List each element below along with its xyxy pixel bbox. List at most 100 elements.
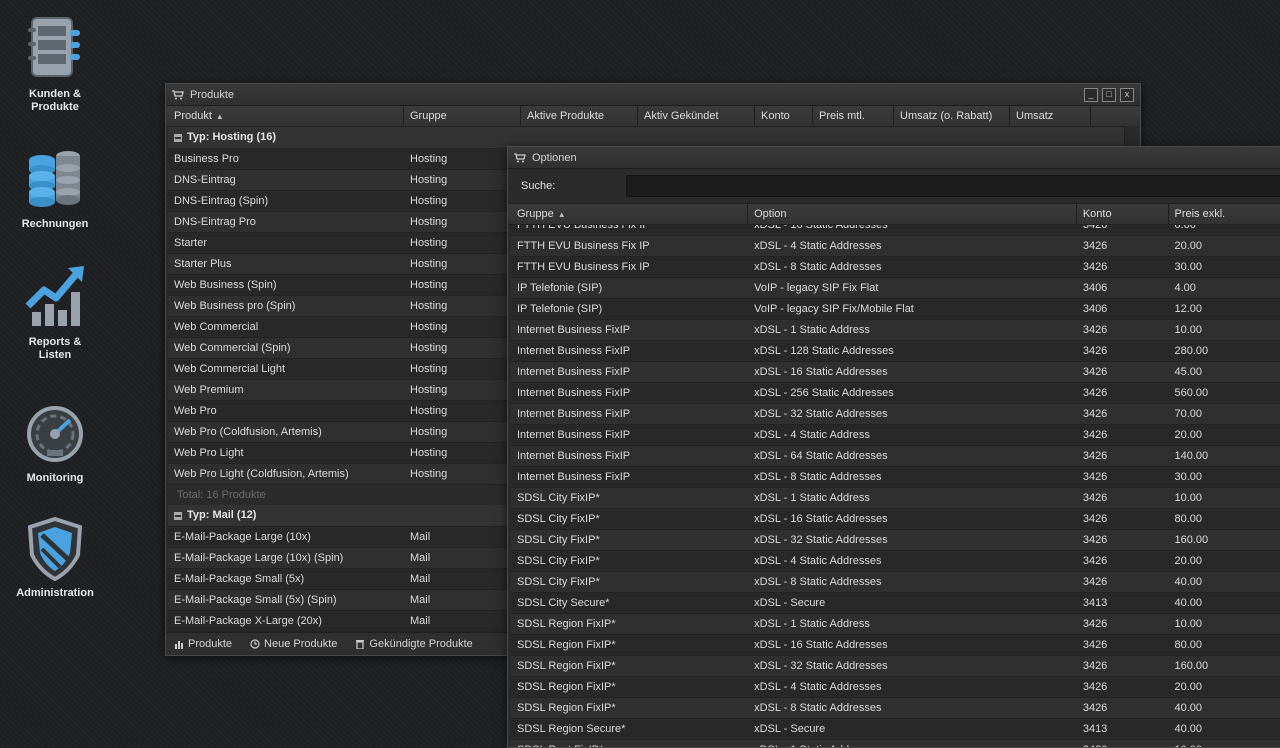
table-cell: 160.00 [1168, 530, 1280, 550]
table-cell: xDSL - 8 Static Addresses [748, 698, 1077, 718]
table-row[interactable]: SDSL Region FixIP*xDSL - 16 Static Addre… [511, 635, 1280, 656]
table-cell: xDSL - 1 Static Address [748, 614, 1077, 634]
table-cell: 280.00 [1168, 341, 1280, 361]
col-umsatz[interactable]: Umsatz [1010, 106, 1091, 126]
table-cell: 70.00 [1168, 404, 1280, 424]
table-cell: SDSL Rest FixIP* [511, 740, 748, 748]
table-row[interactable]: SDSL City FixIP*xDSL - 1 Static Address3… [511, 488, 1280, 509]
nav-administration[interactable]: Administration [0, 515, 110, 600]
table-cell: 3426 [1077, 614, 1169, 634]
chart-up-icon [20, 266, 90, 330]
table-cell: 20.00 [1168, 236, 1280, 256]
table-cell: Business Pro [168, 149, 404, 169]
table-row[interactable]: FTTH EVU Business Fix IPxDSL - 8 Static … [511, 257, 1280, 278]
col-aktive-produkte[interactable]: Aktive Produkte [521, 106, 638, 126]
col-preis-exkl[interactable]: Preis exkl. [1169, 204, 1280, 224]
table-row[interactable]: SDSL City FixIP*xDSL - 8 Static Addresse… [511, 572, 1280, 593]
clock-icon [250, 639, 260, 649]
table-row[interactable]: IP Telefonie (SIP)VoIP - legacy SIP Fix … [511, 278, 1280, 299]
table-row[interactable]: SDSL City FixIP*xDSL - 4 Static Addresse… [511, 551, 1280, 572]
products-scrollbar[interactable] [1124, 126, 1139, 148]
table-row[interactable]: Internet Business FixIPxDSL - 128 Static… [511, 341, 1280, 362]
table-cell: 40.00 [1168, 698, 1280, 718]
address-book-icon [20, 14, 90, 82]
table-row[interactable]: Internet Business FixIPxDSL - 64 Static … [511, 446, 1280, 467]
col-umsatz-o-rabatt[interactable]: Umsatz (o. Rabatt) [894, 106, 1010, 126]
table-cell: Hosting [404, 254, 521, 274]
table-cell: xDSL - 4 Static Addresses [748, 551, 1077, 571]
table-cell: Hosting [404, 170, 521, 190]
col-preis-mtl[interactable]: Preis mtl. [813, 106, 894, 126]
table-row[interactable]: SDSL Region FixIP*xDSL - 4 Static Addres… [511, 677, 1280, 698]
table-row[interactable]: SDSL Region FixIP*xDSL - 32 Static Addre… [511, 656, 1280, 677]
table-cell: Internet Business FixIP [511, 341, 748, 361]
table-row[interactable]: SDSL City FixIP*xDSL - 32 Static Address… [511, 530, 1280, 551]
table-row[interactable]: Internet Business FixIPxDSL - 4 Static A… [511, 425, 1280, 446]
table-row[interactable]: Internet Business FixIPxDSL - 16 Static … [511, 362, 1280, 383]
nav-customers-products[interactable]: Kunden & Produkte [0, 14, 110, 114]
col-gruppe[interactable]: Gruppe▲ [511, 204, 748, 224]
table-cell: Hosting [404, 296, 521, 316]
table-row[interactable]: SDSL Region Secure*xDSL - Secure341340.0… [511, 719, 1280, 740]
table-cell: 3413 [1077, 593, 1169, 613]
minimize-button[interactable]: _ [1084, 88, 1098, 102]
table-row[interactable]: FTTH EVU Business Fix IPxDSL - 4 Static … [511, 236, 1280, 257]
table-cell: Internet Business FixIP [511, 383, 748, 403]
table-cell: 20.00 [1168, 425, 1280, 445]
search-input[interactable] [626, 175, 1280, 197]
nav-invoices[interactable]: Rechnungen [0, 148, 110, 231]
col-konto[interactable]: Konto [755, 106, 813, 126]
col-option[interactable]: Option [748, 204, 1077, 224]
nav-monitoring[interactable]: Monitoring [0, 402, 110, 485]
collapse-icon[interactable] [174, 512, 182, 520]
collapse-icon[interactable] [174, 134, 182, 142]
table-cell: 3426 [1077, 488, 1169, 508]
table-row[interactable]: SDSL Region FixIP*xDSL - 8 Static Addres… [511, 698, 1280, 719]
products-titlebar[interactable]: Produkte _ □ x [166, 84, 1140, 106]
table-cell: 30.00 [1168, 257, 1280, 277]
table-cell: 3426 [1077, 362, 1169, 382]
table-cell: 140.00 [1168, 446, 1280, 466]
table-row[interactable]: Internet Business FixIPxDSL - 8 Static A… [511, 467, 1280, 488]
table-cell: Web Commercial Light [168, 359, 404, 379]
new-products-button[interactable]: Neue Produkte [250, 638, 337, 650]
table-cell: 3426 [1077, 635, 1169, 655]
table-row[interactable]: FTTH EVU Business Fix IP xDSL - 16 Stati… [511, 225, 1280, 236]
products-report-button[interactable]: Produkte [174, 638, 232, 650]
col-konto[interactable]: Konto [1077, 204, 1169, 224]
table-cell: DNS-Eintrag [168, 170, 404, 190]
table-row[interactable]: Internet Business FixIPxDSL - 256 Static… [511, 383, 1280, 404]
table-cell: Hosting [404, 149, 521, 169]
table-cell: 10.00 [1168, 614, 1280, 634]
table-row[interactable]: SDSL City Secure*xDSL - Secure341340.00 [511, 593, 1280, 614]
cancelled-products-button[interactable]: Gekündigte Produkte [355, 638, 472, 650]
col-produkt[interactable]: Produkt▲ [168, 106, 404, 126]
options-titlebar[interactable]: Optionen [508, 147, 1280, 169]
table-cell: Hosting [404, 317, 521, 337]
table-cell: Hosting [404, 422, 521, 442]
table-cell: 80.00 [1168, 509, 1280, 529]
table-cell: xDSL - 32 Static Addresses [748, 656, 1077, 676]
maximize-button[interactable]: □ [1102, 88, 1116, 102]
table-row[interactable]: Internet Business FixIPxDSL - 1 Static A… [511, 320, 1280, 341]
table-row[interactable]: Internet Business FixIPxDSL - 32 Static … [511, 404, 1280, 425]
table-row[interactable]: SDSL City FixIP*xDSL - 16 Static Address… [511, 509, 1280, 530]
table-row[interactable]: SDSL Rest FixIP*xDSL - 1 Static Address3… [511, 740, 1280, 748]
table-cell: xDSL - Secure [748, 593, 1077, 613]
col-gruppe[interactable]: Gruppe [404, 106, 521, 126]
table-cell: xDSL - 32 Static Addresses [748, 530, 1077, 550]
table-cell: xDSL - 256 Static Addresses [748, 383, 1077, 403]
table-cell: xDSL - 8 Static Addresses [748, 572, 1077, 592]
close-button[interactable]: x [1120, 88, 1134, 102]
table-row[interactable]: SDSL Region FixIP*xDSL - 1 Static Addres… [511, 614, 1280, 635]
col-aktiv-gekuendet[interactable]: Aktiv Gekündet [638, 106, 755, 126]
table-row[interactable]: IP Telefonie (SIP)VoIP - legacy SIP Fix/… [511, 299, 1280, 320]
table-cell: SDSL Region FixIP* [511, 698, 748, 718]
table-cell: Web Commercial (Spin) [168, 338, 404, 358]
nav-reports[interactable]: Reports & Listen [0, 266, 110, 362]
table-cell: Hosting [404, 464, 521, 484]
table-cell: xDSL - 1 Static Address [748, 740, 1077, 748]
nav-customers-label: Kunden & Produkte [0, 88, 110, 114]
table-cell: Web Pro Light (Coldfusion, Artemis) [168, 464, 404, 484]
table-cell: xDSL - 4 Static Address [748, 425, 1077, 445]
